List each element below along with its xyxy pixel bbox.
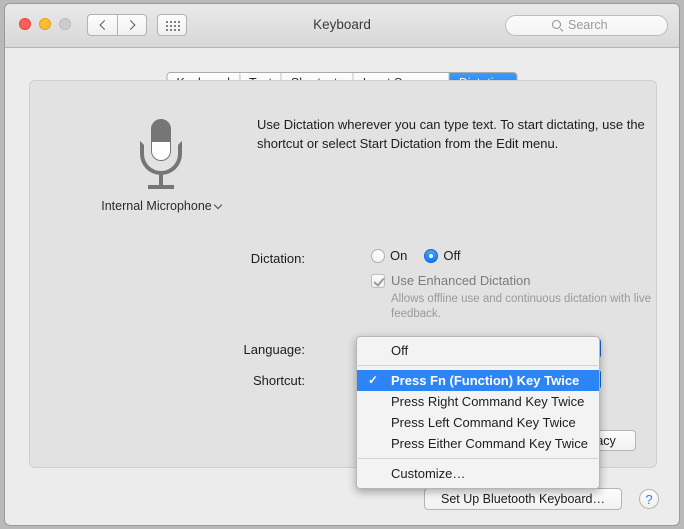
shortcut-row-label: Shortcut: bbox=[252, 373, 305, 388]
radio-dictation-off-wrapper: Off bbox=[424, 248, 460, 263]
dictation-radio-group: On Off bbox=[371, 248, 460, 263]
menu-separator bbox=[358, 458, 598, 459]
menu-item-press-right-command-twice[interactable]: Press Right Command Key Twice bbox=[357, 391, 599, 412]
menu-item-press-left-command-twice[interactable]: Press Left Command Key Twice bbox=[357, 412, 599, 433]
microphone-label[interactable]: Internal Microphone bbox=[76, 199, 246, 213]
help-button[interactable]: ? bbox=[639, 489, 659, 509]
microphone-name: Internal Microphone bbox=[101, 199, 212, 213]
preferences-window: Keyboard Search Keyboard Text Shortcuts … bbox=[4, 3, 680, 526]
checkmark-icon: ✓ bbox=[368, 373, 379, 387]
menu-item-label: Press Fn (Function) Key Twice bbox=[391, 373, 580, 388]
menu-item-label: Customize… bbox=[391, 466, 466, 481]
microphone-icon bbox=[132, 119, 190, 191]
menu-item-customize[interactable]: Customize… bbox=[357, 463, 599, 484]
enhanced-dictation-label: Use Enhanced Dictation bbox=[391, 273, 531, 288]
tab-bar: Keyboard Text Shortcuts Input Sources Di… bbox=[5, 48, 679, 94]
enhanced-dictation-help-text: Allows offline use and continuous dictat… bbox=[391, 293, 651, 320]
enhanced-dictation-checkbox[interactable] bbox=[371, 273, 385, 288]
menu-item-label: Off bbox=[391, 343, 409, 358]
radio-off-label: Off bbox=[443, 248, 461, 263]
radio-on-label: On bbox=[390, 248, 408, 263]
dictation-panel: Use Dictation wherever you can type text… bbox=[29, 80, 657, 489]
radio-dictation-on[interactable] bbox=[371, 248, 385, 263]
chevron-down-icon bbox=[213, 200, 222, 210]
microphone-selector[interactable]: Internal Microphone bbox=[76, 119, 246, 213]
intro-text: Use Dictation wherever you can type text… bbox=[257, 117, 645, 151]
menu-item-label: Press Left Command Key Twice bbox=[391, 415, 576, 430]
menu-item-press-fn-key-twice[interactable]: ✓ Press Fn (Function) Key Twice bbox=[357, 370, 599, 391]
search-icon bbox=[552, 20, 561, 29]
menu-item-off[interactable]: Off bbox=[357, 340, 599, 361]
menu-item-label: Press Either Command Key Twice bbox=[391, 436, 588, 451]
menu-item-press-either-command-twice[interactable]: Press Either Command Key Twice bbox=[357, 433, 599, 454]
search-placeholder: Search bbox=[568, 18, 608, 32]
language-row-label: Language: bbox=[243, 342, 305, 357]
dictation-row-label: Dictation: bbox=[250, 251, 305, 266]
enhanced-dictation-row: Use Enhanced Dictation bbox=[371, 273, 530, 288]
window-titlebar: Keyboard Search bbox=[5, 4, 679, 48]
menu-item-label: Press Right Command Key Twice bbox=[391, 394, 585, 409]
radio-dictation-off[interactable] bbox=[424, 248, 439, 263]
menu-separator bbox=[358, 365, 598, 366]
set-up-bluetooth-keyboard-button[interactable]: Set Up Bluetooth Keyboard… bbox=[424, 488, 622, 510]
shortcut-dropdown-menu: Off ✓ Press Fn (Function) Key Twice Pres… bbox=[356, 336, 600, 489]
search-input[interactable]: Search bbox=[505, 15, 668, 36]
